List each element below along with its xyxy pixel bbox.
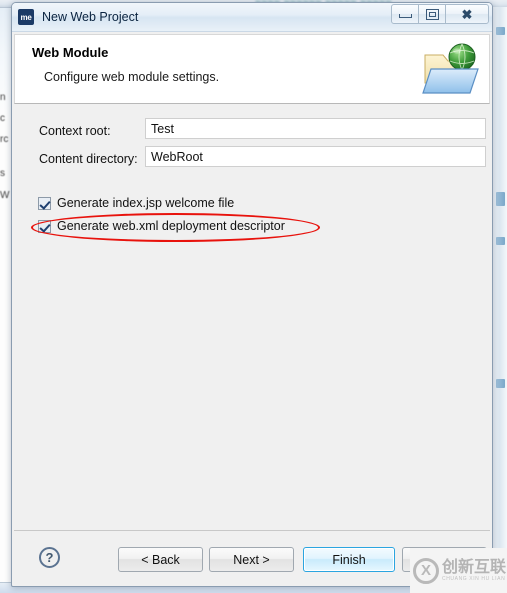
dialog-title: New Web Project [42,10,139,24]
myeclipse-icon: me [18,9,34,25]
page-subtitle: Configure web module settings. [44,70,220,84]
context-root-input[interactable] [145,118,486,139]
dialog-content: Context root: Content directory: Generat… [14,104,490,527]
new-web-project-dialog: me New Web Project ✖ Web Module Configur… [11,2,493,587]
minimize-button[interactable] [391,4,419,24]
dialog-header-banner: Web Module Configure web module settings… [14,34,490,104]
background-left-line-4: s [0,168,5,179]
page-title: Web Module [32,45,109,60]
background-left-line-2: c [0,113,5,124]
screenshot-root: ≈≈≈≈ ≈≈≈≈≈≈ ≈≈≈≈≈ ≈≈≈≈≈ ≈ ≈≈≈≈≈≈≈≈≈ ≈≈ n… [0,0,507,593]
dialog-titlebar[interactable]: me New Web Project ✖ [12,3,492,32]
background-left-line-5: W [0,190,10,201]
maximize-button[interactable] [418,4,446,24]
close-button[interactable]: ✖ [445,4,489,24]
background-scroll-marker-4 [496,379,505,388]
generate-index-jsp-checkbox[interactable] [38,196,51,210]
watermark-logo-icon: X [413,557,439,584]
background-right-scrollbar-track[interactable] [492,7,507,567]
finish-button[interactable]: Finish [303,547,395,572]
watermark-chinese: 创新互联 [442,557,507,576]
next-button[interactable]: Next > [209,547,294,572]
generate-web-xml-checkbox[interactable] [38,219,51,233]
checkbox-row-generate-web-xml[interactable]: Generate web.xml deployment descriptor [38,219,285,233]
field-row-content-directory: Content directory: [39,148,138,170]
close-icon: ✖ [461,6,473,22]
content-directory-label: Content directory: [39,152,138,166]
background-scroll-marker-2 [496,192,505,206]
generate-web-xml-label: Generate web.xml deployment descriptor [57,219,285,233]
maximize-icon [425,8,439,20]
background-left-line-3: rc [0,134,9,145]
help-icon[interactable]: ? [39,547,60,568]
content-directory-input[interactable] [145,146,486,167]
background-left-line-1: n [0,92,6,103]
generate-index-jsp-label: Generate index.jsp welcome file [57,196,235,210]
field-row-context-root: Context root: [39,120,111,142]
back-button[interactable]: < Back [118,547,203,572]
context-root-label: Context root: [39,124,111,138]
background-scroll-marker-1 [496,27,505,35]
watermark-pinyin: CHUANG XIN HU LIAN [442,576,506,582]
web-folder-globe-icon [421,39,483,99]
window-controls: ✖ [391,4,489,24]
background-scroll-marker-3 [496,237,505,245]
watermark: X 创新互联 CHUANG XIN HU LIAN [410,548,507,593]
watermark-text: 创新互联 CHUANG XIN HU LIAN [442,559,506,582]
minimize-icon [398,14,412,18]
checkbox-row-generate-index-jsp[interactable]: Generate index.jsp welcome file [38,196,234,210]
